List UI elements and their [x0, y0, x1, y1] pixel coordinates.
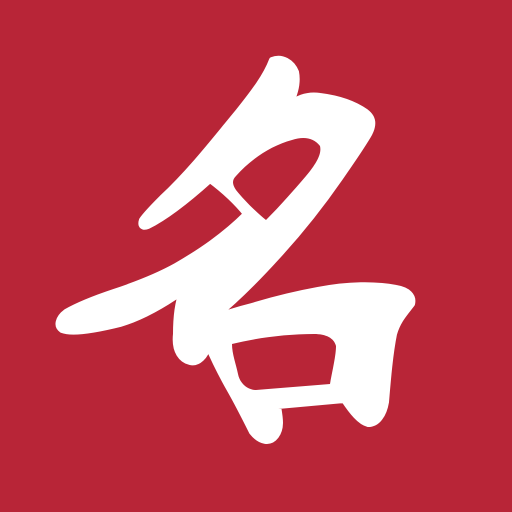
ming-character-glyph	[55, 55, 416, 444]
app-icon: 名	[0, 0, 512, 512]
